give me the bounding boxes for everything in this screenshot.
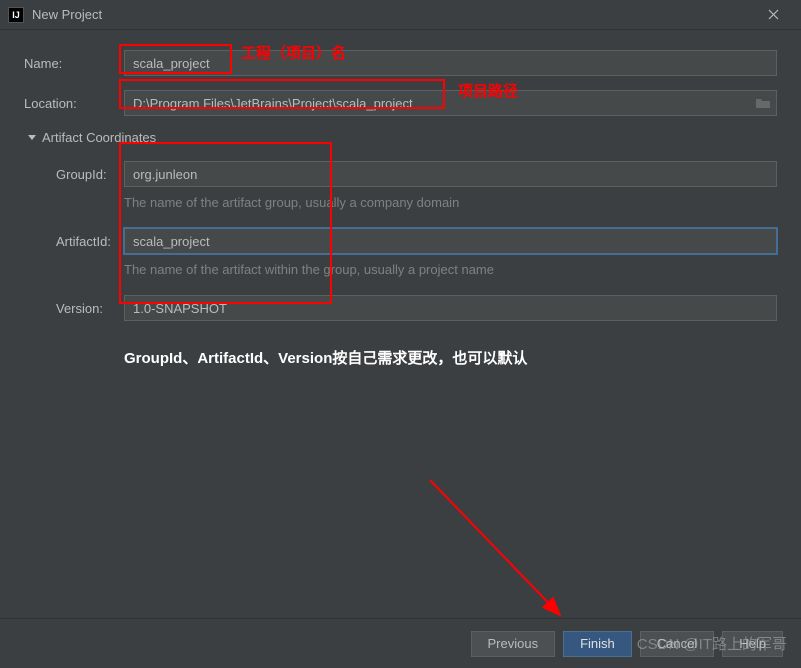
- groupid-hint: The name of the artifact group, usually …: [124, 195, 777, 210]
- close-icon: [768, 9, 779, 20]
- titlebar: IJ New Project: [0, 0, 801, 30]
- help-button[interactable]: Help: [722, 631, 783, 657]
- version-label: Version:: [24, 301, 124, 316]
- previous-button[interactable]: Previous: [471, 631, 556, 657]
- artifactid-input[interactable]: [124, 228, 777, 254]
- groupid-label: GroupId:: [24, 167, 124, 182]
- close-button[interactable]: [753, 0, 793, 30]
- annotation-note: GroupId、ArtifactId、Version按自己需求更改，也可以默认: [124, 347, 777, 368]
- name-label: Name:: [24, 56, 124, 71]
- artifactid-label: ArtifactId:: [24, 234, 124, 249]
- location-label: Location:: [24, 96, 124, 111]
- section-title: Artifact Coordinates: [42, 130, 156, 145]
- artifactid-hint: The name of the artifact within the grou…: [124, 262, 777, 277]
- annotation-arrow: [420, 470, 590, 630]
- artifact-coordinates-toggle[interactable]: Artifact Coordinates: [24, 130, 777, 145]
- name-input[interactable]: [124, 50, 777, 76]
- folder-icon[interactable]: [755, 97, 771, 109]
- window-title: New Project: [32, 7, 753, 22]
- location-input[interactable]: [124, 90, 777, 116]
- chevron-down-icon: [28, 135, 36, 140]
- finish-button[interactable]: Finish: [563, 631, 632, 657]
- bottom-bar: Previous Finish Cancel Help: [0, 618, 801, 668]
- cancel-button[interactable]: Cancel: [640, 631, 714, 657]
- main-content: Name: Location: Artifact Coordinates Gro…: [0, 30, 801, 388]
- groupid-input[interactable]: [124, 161, 777, 187]
- app-icon: IJ: [8, 7, 24, 23]
- version-input[interactable]: [124, 295, 777, 321]
